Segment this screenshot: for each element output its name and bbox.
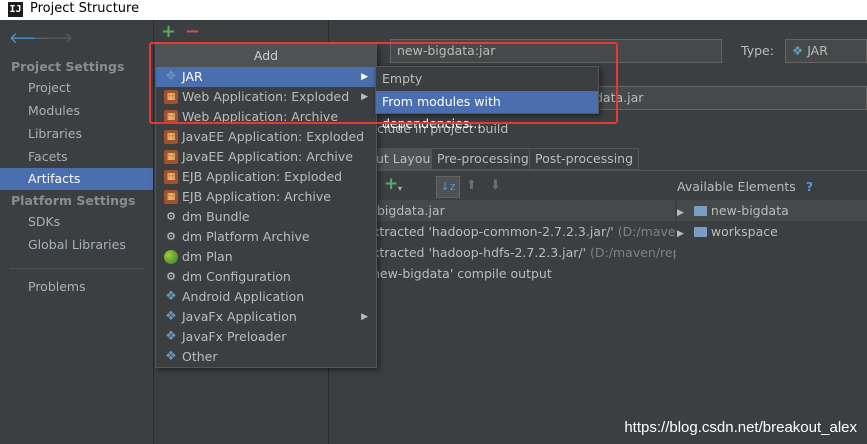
menu-item-label: EJB Application: Archive	[182, 189, 331, 204]
gear-icon: ⚙	[166, 230, 176, 243]
tree-row-text: xtracted 'hadoop-hdfs-2.7.2.3.jar/'	[372, 245, 587, 260]
menu-item-dm-bundle[interactable]: ⚙ dm Bundle	[156, 207, 376, 227]
gear-icon: ⚙	[166, 210, 176, 223]
project-settings-header: Project Settings	[11, 59, 125, 74]
menu-item-label: JavaFx Application	[182, 309, 297, 324]
menu-item-label: EJB Application: Exploded	[182, 169, 343, 184]
menu-item-javaee-exploded[interactable]: ▦ JavaEE Application: Exploded	[156, 127, 376, 147]
tabs-divider	[370, 170, 867, 171]
menu-item-javafx-preloader[interactable]: ❖ JavaFx Preloader	[156, 327, 376, 347]
remove-icon[interactable]: −	[185, 21, 200, 42]
sort-az-icon[interactable]: ↓z	[436, 176, 460, 198]
menu-item-android-application[interactable]: ❖ Android Application	[156, 287, 376, 307]
menu-item-label: dm Platform Archive	[182, 229, 310, 244]
move-down-icon[interactable]: ⬇	[490, 178, 501, 193]
nav-item-sdks[interactable]: SDKs	[0, 211, 153, 233]
menu-item-label: Android Application	[182, 289, 305, 304]
menu-item-label: dm Plan	[182, 249, 233, 264]
window-title: Project Structure	[30, 1, 140, 16]
gift-icon: ▦	[164, 170, 178, 184]
menu-item-dm-plan[interactable]: dm Plan	[156, 247, 376, 267]
menu-item-dm-platform-archive[interactable]: ⚙ dm Platform Archive	[156, 227, 376, 247]
menu-item-label: JavaEE Application: Exploded	[182, 129, 365, 144]
type-select-value: JAR	[807, 43, 828, 58]
expand-triangle-icon[interactable]: ▶	[677, 229, 684, 239]
add-dropdown-chevron-icon[interactable]: ▾	[398, 184, 402, 193]
diamond-icon: ❖	[165, 349, 177, 364]
menu-item-other[interactable]: ❖ Other	[156, 347, 376, 367]
tree-row-text: bigdata.jar	[377, 203, 445, 218]
menu-item-javaee-archive[interactable]: ▦ JavaEE Application: Archive	[156, 147, 376, 167]
highlight-annotation-box	[149, 42, 618, 124]
move-up-icon[interactable]: ⬆	[466, 178, 477, 193]
module-folder-icon	[693, 206, 707, 216]
menu-item-dm-configuration[interactable]: ⚙ dm Configuration	[156, 267, 376, 287]
nav-item-modules[interactable]: Modules	[0, 100, 153, 122]
available-item-label: new-bigdata	[710, 203, 789, 218]
available-elements-text: Available Elements	[677, 179, 796, 194]
intellij-app-icon: IJ	[8, 2, 23, 17]
menu-item-ejb-archive[interactable]: ▦ EJB Application: Archive	[156, 187, 376, 207]
android-icon: ❖	[165, 289, 177, 304]
available-item[interactable]: ▶ workspace	[677, 221, 867, 242]
available-elements-label: Available Elements ?	[677, 179, 813, 194]
tab-pre-processing[interactable]: Pre-processing	[431, 148, 535, 170]
menu-item-label: Other	[182, 349, 218, 364]
nav-item-problems[interactable]: Problems	[0, 276, 153, 298]
module-folder-icon	[693, 227, 707, 237]
menu-item-javafx-application[interactable]: ❖ JavaFx Application ▶	[156, 307, 376, 327]
watermark: https://blog.csdn.net/breakout_alex	[624, 419, 857, 436]
available-item-label: workspace	[710, 224, 778, 239]
globe-icon	[164, 250, 178, 264]
add-element-icon[interactable]: +	[384, 174, 398, 194]
nav-item-global-libraries[interactable]: Global Libraries	[0, 234, 153, 256]
nav-divider	[10, 268, 144, 269]
tree-row-path: (D:/maven/repo/c	[590, 245, 676, 260]
diamond-icon: ❖	[165, 309, 177, 324]
layout-tree-row[interactable]: bigdata.jar	[377, 200, 675, 221]
gift-icon: ▦	[164, 150, 178, 164]
forward-arrow-icon[interactable]: 🡒	[33, 28, 73, 47]
title-bar: IJ Project Structure	[0, 0, 867, 20]
add-icon[interactable]: +	[161, 21, 176, 42]
nav-item-facets[interactable]: Facets	[0, 146, 153, 168]
tree-row-path: (D:/maven/re	[617, 224, 676, 239]
gear-icon: ⚙	[166, 270, 176, 283]
tree-row-text: xtracted 'hadoop-common-2.7.2.3.jar/'	[372, 224, 614, 239]
diamond-icon: ❖	[165, 329, 177, 344]
menu-item-label: dm Configuration	[182, 269, 291, 284]
menu-item-label: JavaFx Preloader	[182, 329, 287, 344]
nav-item-libraries[interactable]: Libraries	[0, 123, 153, 145]
available-item[interactable]: ▶ new-bigdata	[677, 200, 867, 221]
nav-item-project[interactable]: Project	[0, 77, 153, 99]
submenu-arrow-icon: ▶	[361, 312, 368, 322]
menu-item-label: dm Bundle	[182, 209, 250, 224]
jar-diamond-icon: ❖	[792, 43, 804, 58]
type-label: Type:	[741, 43, 774, 58]
platform-settings-header: Platform Settings	[11, 193, 136, 208]
layout-tree-row[interactable]: xtracted 'hadoop-hdfs-2.7.2.3.jar/' (D:/…	[372, 242, 676, 263]
layout-tree-row[interactable]: new-bigdata' compile output	[372, 263, 676, 284]
layout-tree-row[interactable]: xtracted 'hadoop-common-2.7.2.3.jar/' (D…	[372, 221, 676, 242]
menu-item-label: JavaEE Application: Archive	[182, 149, 353, 164]
tab-post-processing[interactable]: Post-processing	[529, 148, 640, 170]
nav-item-artifacts[interactable]: Artifacts	[0, 168, 153, 190]
gift-icon: ▦	[164, 130, 178, 144]
settings-nav: 🡐 🡒 Project Settings Project Modules Lib…	[0, 20, 154, 444]
help-icon[interactable]: ?	[806, 179, 813, 194]
gift-icon: ▦	[164, 190, 178, 204]
tree-row-text: new-bigdata' compile output	[372, 266, 552, 281]
expand-triangle-icon[interactable]: ▶	[677, 208, 684, 218]
type-select[interactable]: ❖ JAR	[785, 39, 867, 63]
menu-item-ejb-exploded[interactable]: ▦ EJB Application: Exploded	[156, 167, 376, 187]
